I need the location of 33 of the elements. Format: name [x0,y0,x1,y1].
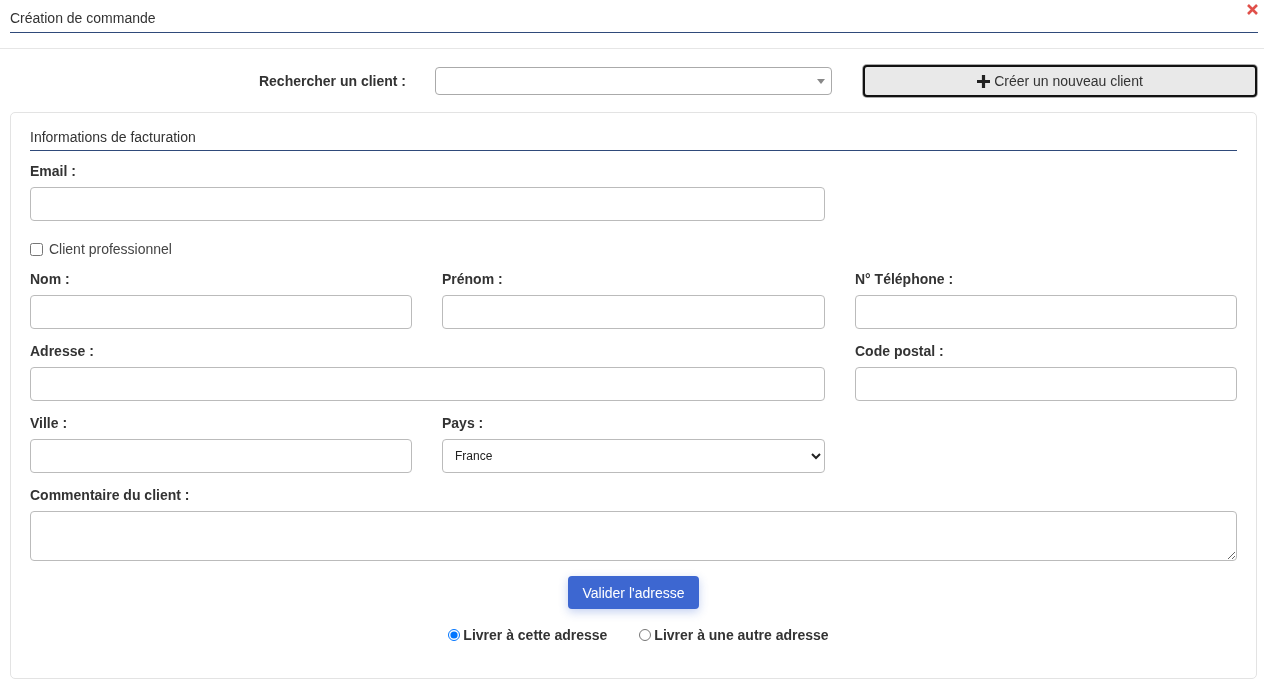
close-icon[interactable] [1247,4,1258,15]
field-label: Code postal : [855,343,945,359]
radio-button[interactable] [448,629,461,641]
field-label: Prénom : [442,271,504,287]
input-field[interactable] [30,367,825,401]
validate-address-button[interactable]: Valider l'adresse [568,576,699,609]
email-field[interactable] [30,187,825,221]
radio-label: Livrer à une autre adresse [654,627,829,643]
search-client-label: Rechercher un client : [257,73,406,89]
field-label: Ville : [30,415,69,431]
country-select[interactable]: France [442,439,825,473]
radio-label: Livrer à cette adresse [463,627,608,643]
field-label: Pays : [442,415,485,431]
input-field[interactable] [30,295,412,329]
checkbox-label: Client professionnel [49,241,172,257]
caret-icon [817,79,825,84]
input-field[interactable] [30,439,412,473]
input-field[interactable] [442,295,825,329]
window-title: Création de commande [10,10,156,26]
input-field[interactable] [855,295,1237,329]
create-client-button[interactable]: Créer un nouveau client [863,65,1257,97]
field-label: N° Téléphone : [855,271,955,287]
radio-button[interactable] [639,629,652,641]
section-title: Informations de facturation [30,129,1237,151]
client-search-dropdown[interactable] [435,67,832,95]
field-label: Nom : [30,271,71,287]
input-field[interactable] [855,367,1237,401]
field-label: Email : [30,163,77,179]
comment-field[interactable] [30,511,1237,561]
checkbox[interactable] [30,242,43,256]
field-label: Adresse : [30,343,95,359]
plus-icon [977,74,991,88]
field-label: Commentaire du client : [30,487,191,503]
